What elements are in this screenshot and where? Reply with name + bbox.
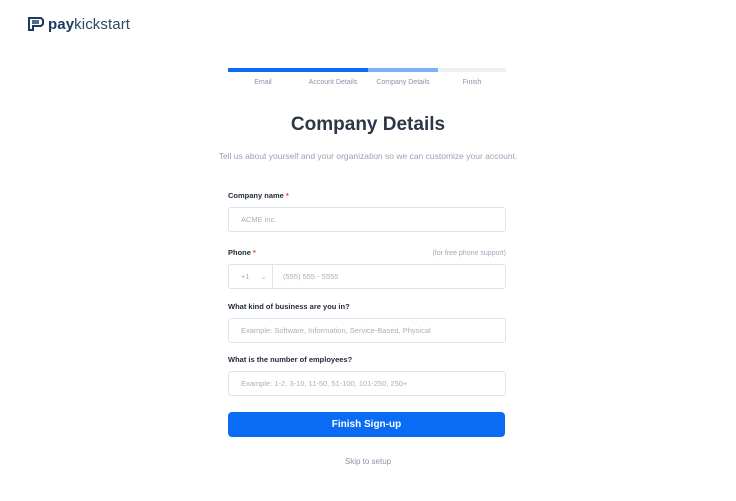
step-label-account-details: Account Details [308,79,358,86]
company-name-input[interactable]: ACME inc. [228,207,506,232]
paykickstart-logo-icon [28,17,44,31]
employee-count-field: What is the number of employees? Example… [228,355,506,396]
employee-count-placeholder: Example: 1-2, 3-10, 11-50, 51-100, 101-2… [241,379,408,388]
phone-input-group: +1 ⌄ (555) 555 - 5555 [228,264,506,289]
employee-count-label: What is the number of employees? [228,355,353,364]
company-name-label: Company name * [228,191,289,200]
company-name-label-text: Company name [228,191,284,200]
step-bar-finish [438,68,506,72]
skip-to-setup-link[interactable]: Skip to setup [0,457,736,466]
company-details-form: Company name * ACME inc. Phone * (for free… [228,191,506,396]
phone-hint: (for free phone support) [432,250,506,257]
required-marker: * [285,191,289,200]
company-name-placeholder: ACME inc. [241,215,277,224]
chevron-down-icon: ⌄ [260,273,267,281]
step-bar-company-details [368,68,438,72]
employee-count-input[interactable]: Example: 1-2, 3-10, 11-50, 51-100, 101-2… [228,371,506,396]
step-bar-account-details [298,68,368,72]
phone-field: Phone * (for free phone support) +1 ⌄ (55… [228,248,506,302]
phone-label: Phone * [228,248,256,257]
brand-logo[interactable]: paykickstart [27,15,130,33]
business-type-field: What kind of business are you in? Exampl… [228,302,506,355]
brand-wordmark: paykickstart [48,16,130,33]
stepper-labels: Email Account Details Company Details Fi… [228,79,506,86]
step-label-email: Email [254,79,272,86]
brand-kickstart: kickstart [74,15,131,33]
business-type-label: What kind of business are you in? [228,302,350,311]
page-subtitle: Tell us about yourself and your organiza… [218,151,518,161]
business-type-input[interactable]: Example: Software, Information, Service-… [228,318,506,343]
phone-number-input[interactable]: (555) 555 - 5555 [273,272,338,281]
business-label-row: What kind of business are you in? [228,302,506,315]
page-title: Company Details [290,114,446,135]
company-name-label-row: Company name * [228,191,506,204]
employees-label-row: What is the number of employees? [228,355,506,368]
country-code-select[interactable]: +1 ⌄ [229,265,273,288]
stepper-bars [228,68,506,72]
signup-progress-stepper: Email Account Details Company Details Fi… [228,68,506,86]
finish-signup-button[interactable]: Finish Sign-up [228,412,505,437]
required-marker: * [252,248,256,257]
country-code-value: +1 [241,272,250,281]
phone-label-row: Phone * (for free phone support) [228,248,506,261]
step-bar-email [228,68,298,72]
company-name-field: Company name * ACME inc. [228,191,506,248]
step-label-finish: Finish [462,79,482,86]
business-type-placeholder: Example: Software, Information, Service-… [241,326,431,335]
brand-pay: pay [48,15,75,33]
step-label-company-details: Company Details [376,79,430,86]
phone-label-text: Phone [228,248,251,257]
